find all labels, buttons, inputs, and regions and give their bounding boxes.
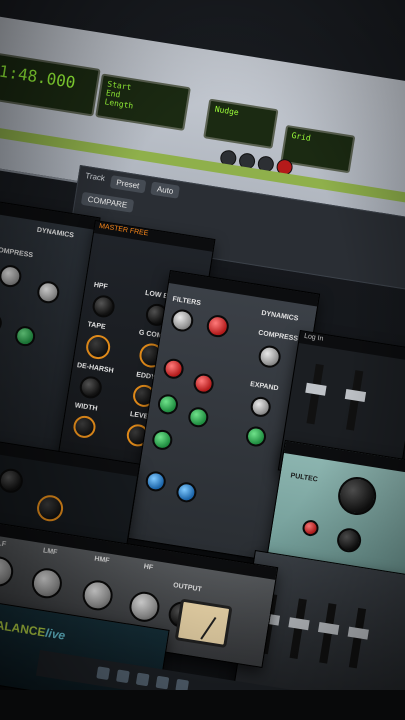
output-label: OUTPUT <box>172 582 203 594</box>
ssl-release-knob[interactable] <box>244 425 268 448</box>
compare-button[interactable]: COMPARE <box>80 191 135 213</box>
balance-suffix: live <box>44 625 67 643</box>
right-titlebar: Log In <box>298 331 405 362</box>
left-threshold-knob[interactable] <box>35 279 61 305</box>
right-fader-2[interactable] <box>346 370 364 431</box>
vu-needle <box>200 616 217 640</box>
preset-label[interactable]: Preset <box>109 175 147 194</box>
lf-knob[interactable] <box>0 554 16 589</box>
hpf-freq-knob[interactable] <box>169 307 195 334</box>
comp-input-knob[interactable] <box>0 467 25 495</box>
hf-knob[interactable] <box>127 589 162 624</box>
de-harsh-knob[interactable] <box>78 374 104 400</box>
left-dynamics-label: DYNAMICS <box>36 226 75 240</box>
vu-meter <box>174 598 233 649</box>
left-ratio-knob[interactable] <box>0 263 23 289</box>
de-harsh-label: DE-HARSH <box>76 362 115 375</box>
left-release-knob[interactable] <box>13 324 37 348</box>
ssl-ratio-knob[interactable] <box>257 344 283 370</box>
hf-label: HF <box>143 563 154 572</box>
nudge-label: Nudge <box>214 104 240 118</box>
lmf-gain-knob[interactable] <box>150 428 174 452</box>
pultec-lower-knob[interactable] <box>335 526 363 554</box>
mixer-fader-2[interactable] <box>289 598 307 659</box>
filters-label: FILTERS <box>171 295 202 308</box>
hmf-gain-knob[interactable] <box>156 392 180 416</box>
grid-label: Grid <box>290 130 312 143</box>
lf-freq-knob[interactable] <box>174 480 198 504</box>
ssl-expand-label: EXPAND <box>249 380 279 393</box>
hf-freq-knob[interactable] <box>192 372 216 396</box>
mixer-fader-4[interactable] <box>348 607 367 669</box>
app-icon[interactable] <box>135 672 150 687</box>
hmf-knob[interactable] <box>80 578 115 613</box>
pultec-power-indicator <box>301 518 320 538</box>
tape-knob[interactable] <box>84 333 112 361</box>
width-knob[interactable] <box>71 414 98 440</box>
main-counter-value: 1:48.000 <box>0 61 77 93</box>
tape-label: TAPE <box>86 321 107 331</box>
login-label[interactable]: Log In <box>304 333 324 343</box>
hmf-freq-knob[interactable] <box>186 405 210 429</box>
pultec-brand: PULTEC <box>289 472 319 484</box>
hf-gain-knob[interactable] <box>162 357 186 381</box>
ssl-range-knob[interactable] <box>249 395 273 419</box>
folder-icon[interactable] <box>155 675 170 690</box>
nudge-display[interactable]: Nudge <box>203 98 279 149</box>
hpf-knob[interactable] <box>91 293 117 319</box>
lf-label: LF <box>0 540 7 549</box>
pultec-main-knob[interactable] <box>335 474 379 518</box>
selection-counters[interactable]: Start End Length <box>95 73 191 131</box>
auto-label[interactable]: Auto <box>150 181 181 199</box>
hmf-label: HMF <box>93 555 110 565</box>
monitor-screen: 1:48.000 Start End Length Nudge Grid Tra… <box>0 0 405 720</box>
lf-gain-knob[interactable] <box>144 469 168 493</box>
right-fader-1[interactable] <box>306 363 324 425</box>
track-label: Track <box>84 171 106 184</box>
ssl-dynamics-label: DYNAMICS <box>260 309 299 323</box>
search-icon[interactable] <box>116 669 130 684</box>
monitor-bezel <box>0 690 405 720</box>
width-label: WIDTH <box>74 402 98 413</box>
ssl-compress-label: COMPRESS <box>257 329 299 343</box>
mixer-fader-3[interactable] <box>319 603 337 664</box>
left-compress-label: COMPRESS <box>0 246 34 260</box>
balance-title-text: BALANCE <box>0 616 47 640</box>
comp-threshold-knob[interactable] <box>35 493 65 524</box>
start-icon[interactable] <box>96 666 111 681</box>
balance-title: BALANCElive <box>0 617 66 643</box>
hpf-label: HPF <box>93 281 109 291</box>
lpf-freq-knob[interactable] <box>205 313 231 339</box>
main-counter[interactable]: 1:48.000 <box>0 51 101 117</box>
left-attack-knob[interactable] <box>0 311 4 335</box>
lmf-knob[interactable] <box>29 566 65 601</box>
lmf-label: LMF <box>42 547 58 557</box>
